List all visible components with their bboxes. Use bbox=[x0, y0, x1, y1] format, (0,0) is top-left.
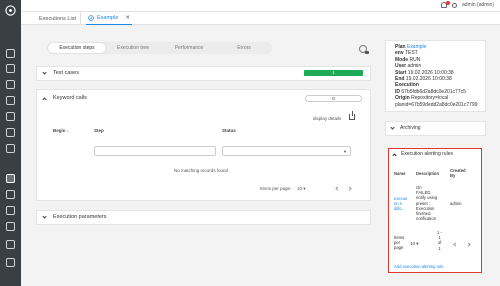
user-name[interactable]: admin (admin) bbox=[462, 2, 494, 8]
mode-errors[interactable]: Errors bbox=[217, 43, 271, 53]
column-status[interactable]: Status bbox=[222, 128, 236, 133]
export-icon[interactable] bbox=[349, 111, 355, 120]
mode-execution-steps[interactable]: Execution steps bbox=[48, 43, 106, 53]
execution-info: Plan Example env TEST Mode RUN User admi… bbox=[395, 44, 477, 108]
column-name[interactable]: Name bbox=[394, 171, 405, 176]
dropdown-arrow-icon: ▼ bbox=[343, 149, 347, 154]
view-mode-switch: Execution steps Execution tree Performan… bbox=[47, 42, 272, 54]
app-logo-icon bbox=[5, 5, 16, 16]
column-description[interactable]: Description bbox=[416, 171, 439, 176]
notification-bell-icon[interactable] bbox=[441, 1, 451, 8]
mode-performance[interactable]: Performance bbox=[161, 43, 217, 53]
execution-icon[interactable] bbox=[6, 174, 15, 183]
keyword-icon[interactable] bbox=[6, 64, 15, 73]
alerting-rules-title: Execution alerting rules bbox=[401, 151, 453, 157]
top-bar: admin (admin) bbox=[21, 0, 500, 12]
resource-icon[interactable] bbox=[6, 128, 15, 137]
grid-icon[interactable] bbox=[6, 190, 15, 199]
execution-parameters-title: Execution parameters bbox=[53, 214, 107, 220]
tab-divider bbox=[80, 12, 81, 25]
column-begin[interactable]: Begin ↓ bbox=[53, 128, 69, 133]
alert-rule-name-link[interactable]: executi on s dillo... bbox=[394, 196, 408, 212]
column-step[interactable]: Step bbox=[94, 128, 104, 133]
alert-page-range: 1 - 1 of 1 bbox=[437, 230, 442, 251]
settings-icon[interactable] bbox=[6, 240, 15, 249]
display-details-link[interactable]: display details bbox=[313, 116, 341, 121]
archiving-title: Archiving bbox=[400, 125, 421, 131]
alert-icon[interactable] bbox=[6, 222, 15, 231]
notification-badge bbox=[446, 1, 451, 5]
keyword-calls-panel bbox=[36, 89, 371, 201]
function-icon[interactable] bbox=[6, 80, 15, 89]
sidebar bbox=[0, 0, 21, 286]
alert-rule-created-by: admin bbox=[450, 201, 462, 206]
items-per-page-label: Items per page: bbox=[260, 186, 292, 191]
check-circle-icon bbox=[88, 15, 94, 21]
test-cases-title: Test cases bbox=[53, 70, 79, 76]
settings-gear-icon[interactable] bbox=[359, 45, 369, 54]
sort-arrow-down-icon: ↓ bbox=[66, 128, 70, 133]
tab-label: Executions List bbox=[39, 15, 76, 22]
keyword-calls-title: Keyword calls bbox=[53, 95, 87, 101]
add-alerting-rule-link[interactable]: Add execution alerting rule bbox=[394, 264, 444, 269]
tab-label: Example bbox=[97, 15, 119, 21]
items-per-page-select[interactable]: 10 ▾ bbox=[297, 186, 306, 192]
user-icon[interactable] bbox=[452, 2, 458, 8]
close-tab-icon[interactable]: ✕ bbox=[125, 15, 130, 21]
empty-table-message: No matching records found bbox=[174, 168, 229, 173]
docs-icon[interactable] bbox=[6, 258, 15, 267]
alert-rule-description: On FAILED, notify using preset : Executi… bbox=[416, 185, 438, 222]
keyword-calls-count: 0 bbox=[305, 95, 362, 102]
parameter-icon[interactable] bbox=[6, 112, 15, 121]
test-cases-count-badge: 1 bbox=[304, 70, 363, 76]
status-filter-select[interactable]: ▼ bbox=[222, 146, 351, 156]
tab-executions-list[interactable]: Executions List bbox=[39, 12, 76, 25]
tab-example[interactable]: Example ✕ bbox=[86, 12, 133, 25]
info-origin-plan: planid=67b59dedd2a8dc0e201c7799 bbox=[395, 101, 478, 108]
alert-items-per-page-label: Items per page bbox=[394, 235, 405, 251]
column-created-by[interactable]: Created By bbox=[450, 168, 466, 178]
plan-icon[interactable] bbox=[6, 49, 15, 58]
tab-bar: Executions List Example ✕ bbox=[21, 12, 500, 25]
dashboard-icon[interactable] bbox=[6, 206, 15, 215]
step-filter-input[interactable] bbox=[94, 146, 216, 156]
scheduler-icon[interactable] bbox=[6, 144, 15, 153]
list-icon[interactable] bbox=[6, 96, 15, 105]
topbar-actions: admin (admin) bbox=[441, 1, 494, 8]
alert-items-per-page-select[interactable]: 10 ▾ bbox=[410, 241, 420, 247]
mode-execution-tree[interactable]: Execution tree bbox=[105, 43, 161, 53]
